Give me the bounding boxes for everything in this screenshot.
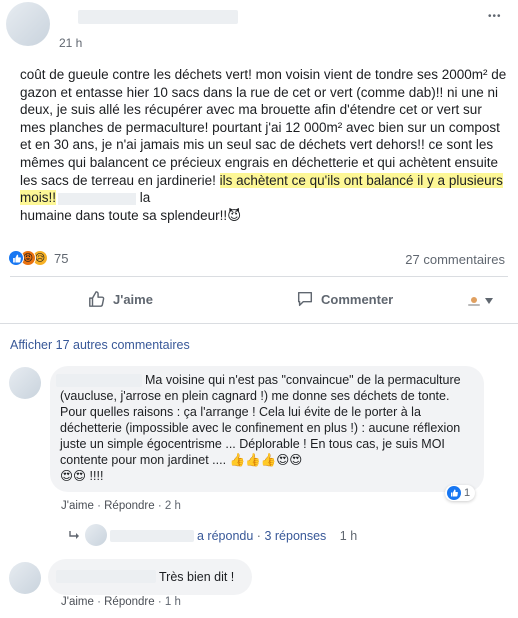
- comment-author-avatar[interactable]: [9, 367, 41, 399]
- chevron-down-icon: [485, 298, 493, 304]
- reply-time: 1 h: [339, 529, 358, 543]
- comment-time[interactable]: 1 h: [165, 596, 181, 608]
- comment-text: Très bien dit !: [159, 570, 235, 584]
- view-more-comments-link[interactable]: Afficher 17 autres commentaires: [10, 338, 190, 352]
- like-button[interactable]: J'aime: [88, 290, 153, 308]
- separator: ·: [157, 596, 162, 608]
- post-time[interactable]: 21 h: [59, 36, 82, 50]
- replies-count: 3 réponses: [264, 529, 327, 543]
- comment-bubble-icon: [297, 291, 313, 307]
- comment-text: Ma voisine qui n'est pas "convaincue" de…: [60, 372, 476, 484]
- like-label: J'aime: [113, 291, 153, 307]
- post-author-avatar[interactable]: [6, 2, 50, 46]
- comment-reaction-count: 1: [464, 487, 471, 499]
- separator: ·: [97, 500, 101, 512]
- audience-selector[interactable]: [466, 295, 493, 307]
- comment-reaction-badge[interactable]: 1: [445, 485, 476, 501]
- post-text: coût de gueule contre les déchets vert! …: [20, 66, 510, 224]
- comment-label: Commenter: [321, 291, 394, 307]
- comment-reply-link[interactable]: Répondre: [104, 500, 155, 512]
- reaction-count: 75: [54, 250, 69, 266]
- redacted-name: [58, 192, 137, 205]
- divider: [0, 323, 518, 324]
- post-text-part: humaine dans toute sa splendeur!!: [20, 207, 228, 223]
- comment-emojis: 👍👍👍😍😍: [229, 453, 303, 467]
- comment-author-name[interactable]: [56, 570, 156, 583]
- divider: [10, 276, 508, 277]
- separator: ·: [256, 529, 261, 543]
- comment-button[interactable]: Commenter: [296, 290, 393, 308]
- reply-author-avatar[interactable]: [85, 524, 107, 546]
- reply-author-name[interactable]: [110, 530, 194, 542]
- comment-time[interactable]: 2 h: [165, 500, 181, 512]
- comment-actions: J'aime · Répondre · 2 h: [61, 500, 181, 512]
- comment-reply-link[interactable]: Répondre: [104, 596, 155, 608]
- post-options-button[interactable]: •••: [488, 11, 502, 22]
- comment-actions: J'aime · Répondre · 1 h: [61, 596, 181, 608]
- view-replies-link[interactable]: a répondu · 3 réponses 1 h: [197, 529, 357, 543]
- reply-arrow-icon: [69, 528, 81, 546]
- separator: ·: [157, 500, 162, 512]
- thumbs-up-icon: [89, 291, 105, 307]
- comments-count[interactable]: 27 commentaires: [405, 252, 505, 267]
- devil-emoji: 😈: [227, 207, 242, 223]
- replied-label: a répondu: [197, 529, 254, 543]
- like-reaction-icon: [8, 250, 24, 266]
- comment-like-link[interactable]: J'aime: [61, 500, 94, 512]
- comment-emojis: 😍😍: [60, 469, 87, 483]
- post-author-name[interactable]: [78, 10, 238, 24]
- comment-like-link[interactable]: J'aime: [61, 596, 94, 608]
- comment-suffix: !!!!: [89, 469, 104, 483]
- profile-icon: [468, 297, 480, 306]
- separator: ·: [97, 596, 101, 608]
- post-text-part: coût de gueule contre les déchets vert! …: [20, 67, 507, 188]
- post-text-part: la: [136, 190, 151, 206]
- comment-author-avatar[interactable]: [9, 562, 41, 594]
- post-reactions[interactable]: 😡 😥 75: [8, 250, 68, 266]
- like-reaction-icon: [447, 486, 461, 500]
